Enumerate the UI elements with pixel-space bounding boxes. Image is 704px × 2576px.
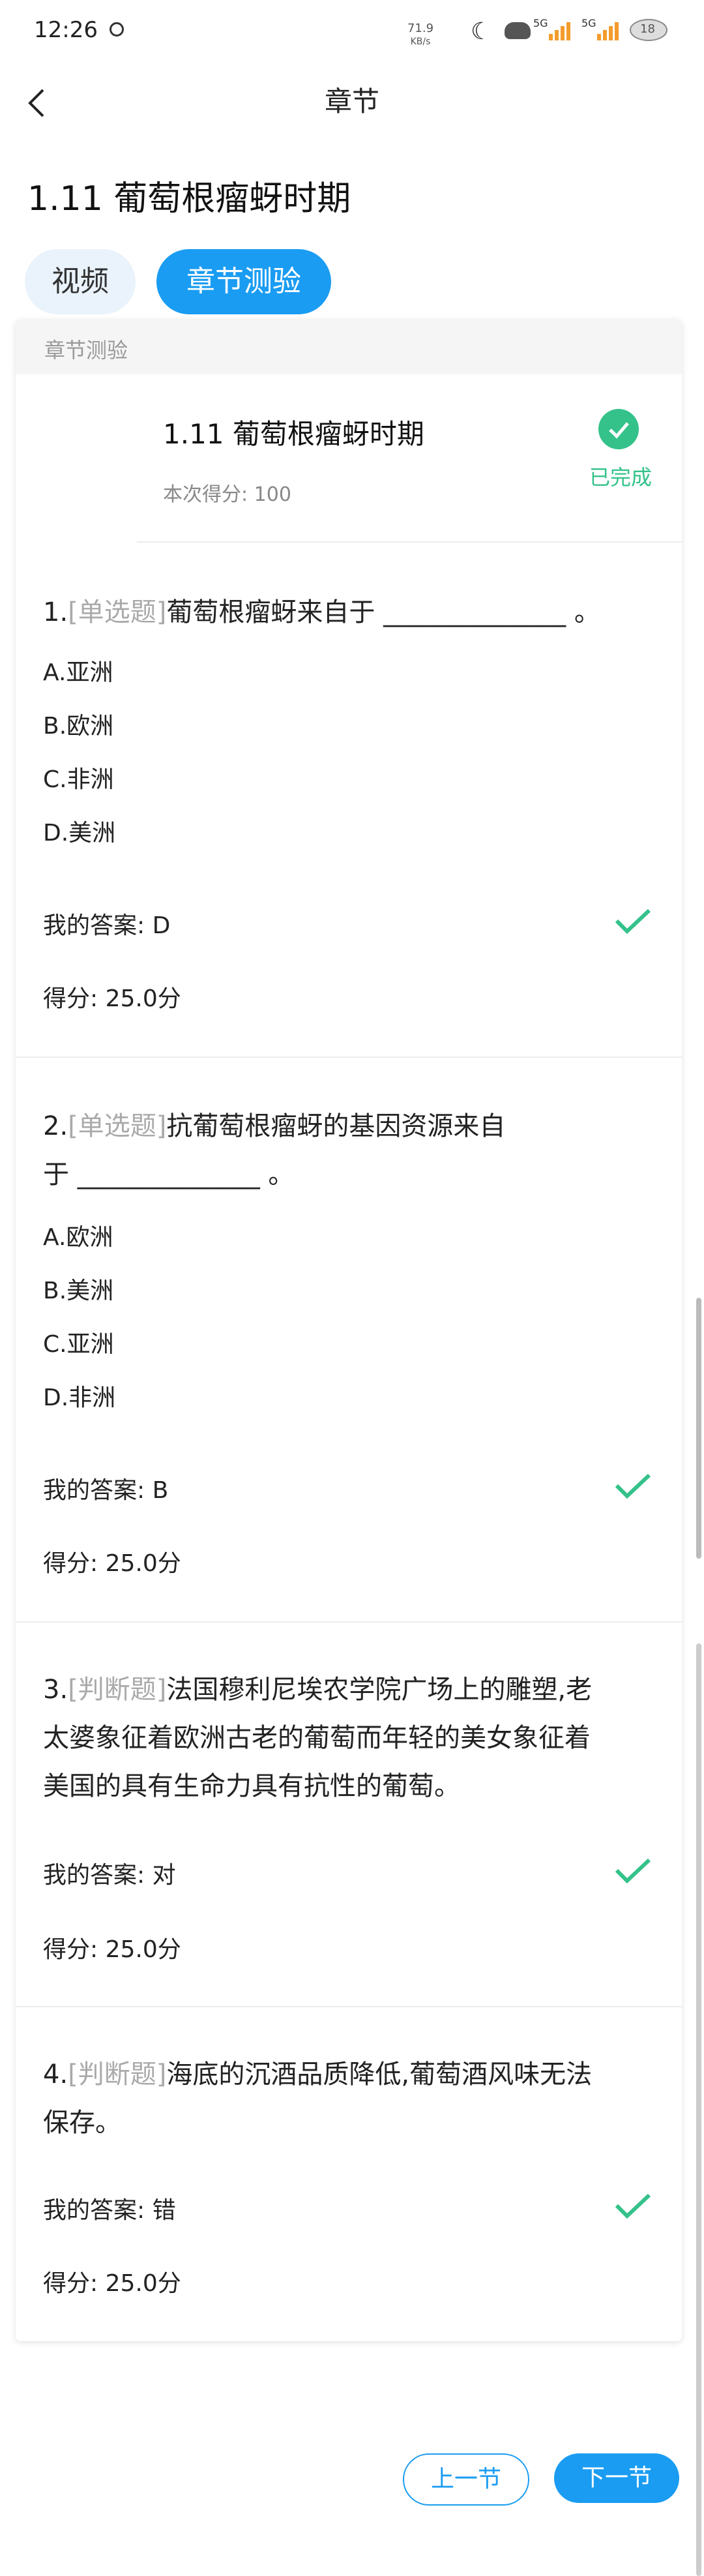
question-score: 得分: 25.0分 (43, 1936, 181, 1963)
question-line-2: 保存。 (43, 2108, 121, 2138)
my-answer: 我的答案: D (43, 912, 171, 939)
question-number: 2. (43, 1111, 68, 1141)
net-speed: 71.9 KB/s (401, 22, 440, 48)
signal-icon-1: 5G (533, 17, 572, 43)
question-type: [单选题] (68, 1111, 167, 1141)
question-score: 得分: 25.0分 (43, 985, 181, 1012)
option-b: B.欧洲 (43, 713, 114, 740)
my-answer: 我的答案: 对 (43, 1862, 176, 1889)
completed-check-icon (598, 409, 639, 449)
question-divider (16, 1621, 682, 1623)
question-4-text: 4.[判断题]海底的沉酒品质降低,葡萄酒风味无法 保存。 (43, 2050, 656, 2147)
summary-score: 本次得分: 100 (163, 483, 291, 506)
correct-check-icon (615, 1473, 651, 1499)
scrollbar-thumb[interactable] (696, 1298, 701, 1559)
battery-icon: 18 (628, 16, 669, 42)
question-type: [判断题] (68, 2059, 167, 2089)
option-c: C.亚洲 (43, 1331, 114, 1358)
question-score: 得分: 25.0分 (43, 2270, 181, 2297)
my-answer: 我的答案: B (43, 1477, 169, 1504)
prev-section-button[interactable]: 上一节 (403, 2453, 529, 2506)
question-type: [单选题] (68, 597, 167, 627)
question-line-2: 于 ______________ 。 (43, 1160, 295, 1190)
question-line-1: 葡萄根瘤蚜来自于 ______________ 。 (166, 597, 600, 627)
question-1-text: 1.[单选题]葡萄根瘤蚜来自于 ______________ 。 (43, 588, 656, 637)
status-time: 12:26 (34, 17, 98, 43)
question-line-1: 抗葡萄根瘤蚜的基因资源来自 (166, 1111, 506, 1141)
my-answer: 我的答案: 错 (43, 2197, 176, 2224)
correct-check-icon (615, 1858, 651, 1884)
next-section-button[interactable]: 下一节 (554, 2453, 679, 2503)
summary-divider (137, 541, 682, 543)
net-speed-unit: KB/s (410, 37, 431, 47)
question-type: [判断题] (68, 1675, 167, 1705)
question-line-1: 法国穆利尼埃农学院广场上的雕塑,老 (166, 1675, 593, 1705)
correct-check-icon (615, 2193, 651, 2219)
completed-label: 已完成 (589, 465, 653, 490)
option-d: D.非洲 (43, 1385, 116, 1411)
question-number: 4. (43, 2059, 68, 2089)
question-line-2: 太婆象征着欧洲古老的葡萄而年轻的美女象征着 (43, 1723, 591, 1753)
quiz-card-header-label: 章节测验 (44, 338, 128, 363)
option-d: D.美洲 (43, 820, 116, 846)
question-line-3: 美国的具有生命力具有抗性的葡萄。 (43, 1771, 460, 1801)
question-divider (16, 1056, 682, 1058)
question-divider (16, 2006, 682, 2007)
cat-icon (505, 22, 531, 39)
moon-icon: ☾ (471, 18, 492, 45)
header-title: 章节 (324, 85, 379, 117)
option-c: C.非洲 (43, 766, 114, 793)
tab-video[interactable]: 视频 (25, 249, 136, 314)
notification-icon (110, 22, 124, 37)
option-a: A.亚洲 (43, 659, 113, 686)
question-3-text: 3.[判断题]法国穆利尼埃农学院广场上的雕塑,老 太婆象征着欧洲古老的葡萄而年轻… (43, 1666, 656, 1810)
question-2-text: 2.[单选题]抗葡萄根瘤蚜的基因资源来自 于 ______________ 。 (43, 1102, 656, 1199)
correct-check-icon (615, 908, 651, 935)
question-number: 3. (43, 1675, 68, 1705)
question-number: 1. (43, 597, 68, 627)
net-speed-value: 71.9 (407, 22, 434, 35)
option-a: A.欧洲 (43, 1224, 113, 1251)
option-b: B.美洲 (43, 1278, 114, 1304)
signal-icon-2: 5G (581, 17, 621, 43)
summary-title: 1.11 葡萄根瘤蚜时期 (163, 418, 424, 450)
scrollbar-track[interactable] (696, 1643, 701, 2576)
question-line-1: 海底的沉酒品质降低,葡萄酒风味无法 (166, 2059, 593, 2089)
page-title: 1.11 葡萄根瘤蚜时期 (27, 179, 351, 218)
tab-chapter-quiz[interactable]: 章节测验 (156, 249, 331, 314)
question-score: 得分: 25.0分 (43, 1550, 181, 1577)
status-bar: 12:26 71.9 KB/s ☾ 5G 5G 18 (0, 0, 704, 65)
battery-level: 18 (640, 22, 655, 36)
